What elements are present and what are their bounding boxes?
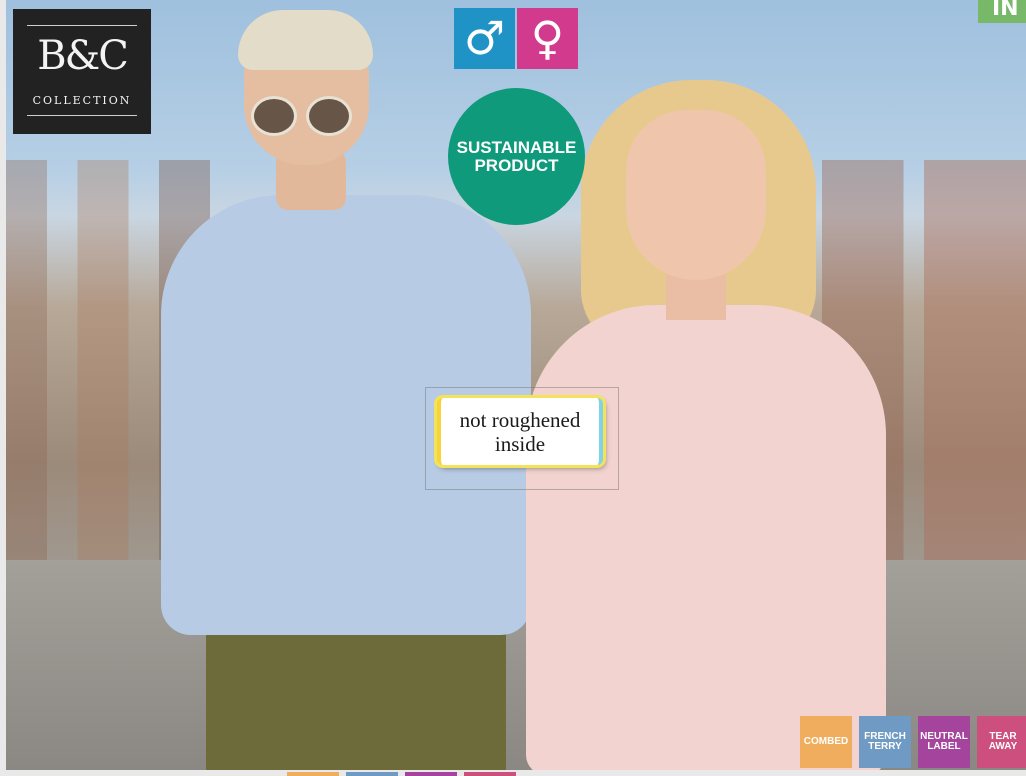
logo-bottom-rule (27, 115, 137, 116)
feature-neutral-label: NEUTRAL LABEL (918, 716, 970, 768)
badge-line-2: PRODUCT (474, 155, 559, 175)
thumbnail-strip-tear-away[interactable] (464, 772, 516, 776)
feature-tear-away: TEAR AWAY (977, 716, 1026, 768)
thumbnail-strip-combed[interactable] (287, 772, 339, 776)
feature-combed: COMBED (800, 716, 852, 768)
sustainable-product-badge: SUSTAINABLE PRODUCT (448, 88, 585, 225)
feature-label-2: LABEL (927, 741, 961, 752)
male-icon: ♂ (454, 8, 515, 69)
corner-tab[interactable]: IN (978, 0, 1026, 23)
thumbnail-strip-french-terry[interactable] (346, 772, 398, 776)
logo-wordmark: COLLECTION (32, 94, 132, 107)
not-roughened-label: not roughened inside (437, 398, 603, 465)
feature-label-2: TERRY (868, 741, 902, 752)
feature-label: COMBED (803, 736, 849, 747)
male-model-hair (238, 10, 373, 70)
male-model-pants (206, 620, 506, 770)
logo-top-rule (27, 25, 137, 26)
thumbnail-strip-neutral-label[interactable] (405, 772, 457, 776)
female-model-sweatshirt (526, 305, 886, 770)
female-icon: ♀ (517, 8, 578, 69)
feature-french-terry: FRENCH TERRY (859, 716, 911, 768)
logo-mark: B&C (37, 33, 129, 79)
feature-label-2: AWAY (988, 741, 1018, 752)
badge-line-1: SUSTAINABLE (456, 137, 577, 157)
label-line-1: not roughened (459, 407, 581, 432)
label-line-2: inside (494, 431, 546, 456)
female-model-face (626, 110, 766, 280)
brand-logo: B&C COLLECTION (13, 9, 151, 134)
sunglasses-left-lens (251, 96, 297, 136)
sunglasses-right-lens (306, 96, 352, 136)
